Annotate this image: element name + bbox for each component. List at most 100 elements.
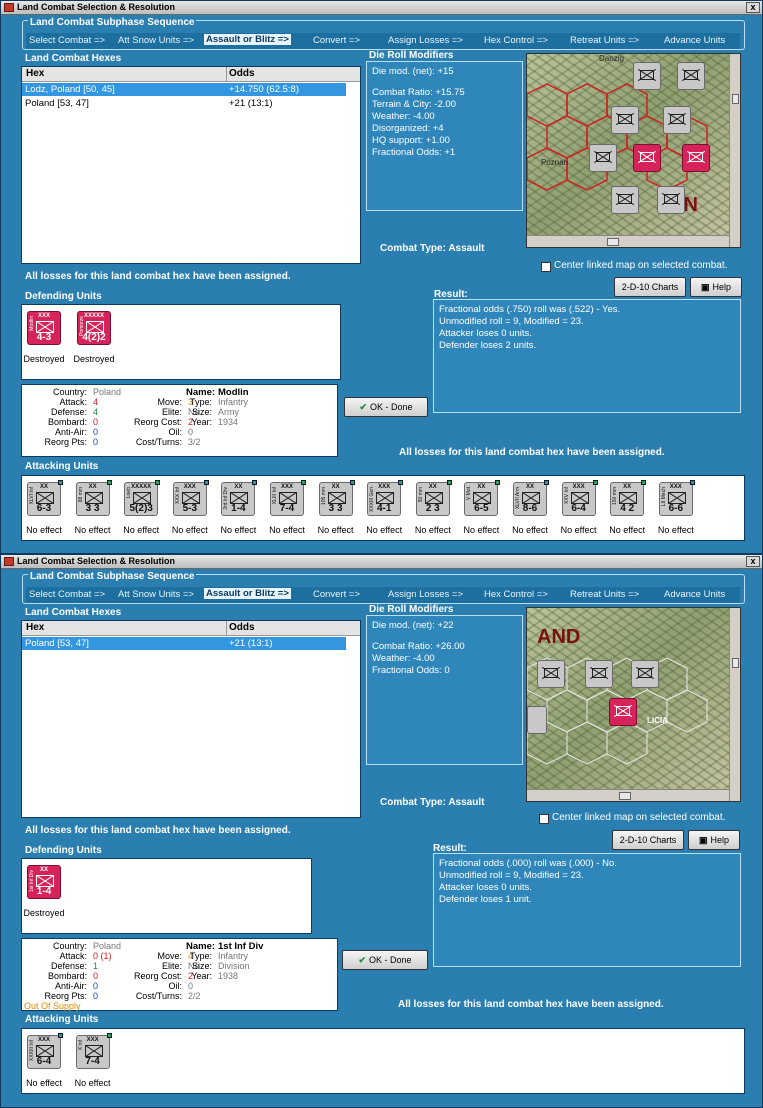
seq-select-combat[interactable]: Select Combat => xyxy=(29,589,105,600)
defender-counter[interactable]: XXXXX Pomorze 4(2)2 xyxy=(77,311,111,345)
combat-explosion-icon[interactable] xyxy=(633,144,661,172)
attacker-counter[interactable]: XX 105 mm 3 3 xyxy=(318,480,355,516)
ok-done-button[interactable]: ✔ OK - Done xyxy=(342,950,428,970)
help-button[interactable]: ▣ Help xyxy=(688,830,740,850)
defender-counter[interactable]: XX 1st Inf Div 1-4 xyxy=(27,865,61,899)
col-odds[interactable]: Odds xyxy=(229,622,255,633)
seq-select-combat[interactable]: Select Combat => xyxy=(29,35,105,46)
hex-row[interactable]: Poland [53, 47] +21 (13:1) xyxy=(22,97,346,110)
seq-assign-losses[interactable]: Assign Losses => xyxy=(388,589,463,600)
unit-side-label: Loeb xyxy=(126,487,133,499)
defender-counter[interactable]: XXX Modlin 4-3 xyxy=(27,311,61,345)
col-hex[interactable]: Hex xyxy=(26,622,44,633)
seq-advance-units[interactable]: Advance Units xyxy=(664,589,725,600)
map-unit-counter[interactable] xyxy=(657,186,685,214)
center-map-checkbox[interactable] xyxy=(539,814,549,824)
info-value: 3/2 xyxy=(188,437,201,447)
seq-att-snow-units[interactable]: Att Snow Units => xyxy=(118,35,194,46)
map-unit-counter[interactable] xyxy=(589,144,617,172)
attacker-counter[interactable]: XX 150 mm 4 2 xyxy=(610,480,647,516)
seq-retreat-units[interactable]: Retreat Units => xyxy=(570,35,639,46)
map-unit-counter[interactable] xyxy=(631,660,659,688)
center-map-label: Center linked map on selected combat. xyxy=(554,260,728,271)
info-value: 1 xyxy=(93,961,99,971)
help-button[interactable]: ▣ Help xyxy=(690,277,742,297)
info-value: 0 xyxy=(93,437,99,447)
info-label: Reorg Pts: xyxy=(44,991,87,1001)
charts-button[interactable]: 2-D-10 Charts xyxy=(612,830,684,850)
hex-row[interactable]: Poland [53, 47] +21 (13:1) xyxy=(22,637,346,650)
attacker-counter[interactable]: XX XLVII Arm 8-6 xyxy=(513,480,549,516)
map-scrollbar-vertical[interactable] xyxy=(729,54,740,247)
combat-explosion-icon[interactable] xyxy=(609,698,637,726)
center-map-checkbox[interactable] xyxy=(541,262,551,272)
seq-retreat-units[interactable]: Retreat Units => xyxy=(570,589,639,600)
map-unit-counter[interactable] xyxy=(663,106,691,134)
unit-side-label: XXV Inf xyxy=(563,487,570,504)
seq-assign-losses[interactable]: Assign Losses => xyxy=(388,35,463,46)
linked-map[interactable]: AND LICIA xyxy=(526,607,741,802)
attacker-counter[interactable]: XXX XXXIII Inf 6-4 xyxy=(27,1033,63,1069)
info-label: Move: xyxy=(157,397,182,407)
close-icon[interactable]: x xyxy=(746,2,760,13)
defending-units-box: XX 1st Inf Div 1-4 Destroyed xyxy=(21,858,312,934)
result-line: Defender loses 2 units. xyxy=(439,340,537,351)
seq-assault-or-blitz[interactable]: Assault or Blitz => xyxy=(204,34,291,45)
map-unit-counter[interactable] xyxy=(585,660,613,688)
info-label: Defense: xyxy=(50,961,87,971)
attacker-counter[interactable]: XX 88 mm 3 3 xyxy=(75,480,112,516)
info-value: 1938 xyxy=(218,971,239,981)
unit-strength: 7-4 xyxy=(279,503,295,514)
seq-convert[interactable]: Convert => xyxy=(313,589,360,600)
attacker-counter[interactable]: XX XLVI Inf 6-3 xyxy=(27,480,63,516)
seq-hex-control[interactable]: Hex Control => xyxy=(484,35,548,46)
seq-advance-units[interactable]: Advance Units xyxy=(664,35,725,46)
attacker-counter[interactable]: XXX XXX Inf 5-3 xyxy=(172,480,209,516)
attacker-counter[interactable]: XXX XLIII Inf 7-4 xyxy=(270,480,306,516)
charts-button-label: 2-D-10 Charts xyxy=(619,835,677,845)
seq-convert[interactable]: Convert => xyxy=(313,35,360,46)
attacker-counter[interactable]: XXX XXV Inf 6-4 xyxy=(561,480,598,516)
attacker-counter[interactable]: XX V Mot 6-5 xyxy=(464,480,501,516)
map-scrollbar-horizontal[interactable] xyxy=(527,235,740,247)
map-unit-counter[interactable] xyxy=(682,144,710,172)
combat-hex-list[interactable]: Hex Odds Lodz, Poland [50, 45] +14.750 (… xyxy=(21,66,361,264)
info-value: Poland xyxy=(93,387,122,397)
attacker-counter[interactable]: XXX LII Mech 6-6 xyxy=(658,480,695,516)
title-bar[interactable]: Land Combat Selection & Resolution x xyxy=(1,555,762,569)
attacker-counter[interactable]: XXX XXXIII Gen 4-1 xyxy=(367,480,404,516)
die-roll-title: Die Roll Modifiers xyxy=(369,50,454,61)
col-odds[interactable]: Odds xyxy=(229,68,255,79)
supply-status: Out Of Supply xyxy=(24,1001,81,1011)
info-value: Infantry xyxy=(218,397,249,407)
combat-hex-list[interactable]: Hex Odds Poland [53, 47] +21 (13:1) xyxy=(21,620,361,818)
map-unit-counter[interactable] xyxy=(537,660,565,688)
map-unit-counter[interactable] xyxy=(677,62,705,90)
hex-row[interactable]: Lodz, Poland [50, 45] +14.750 (62.5:8) xyxy=(22,83,346,96)
attacking-units-box: XX XLVI Inf 6-3 No effect XX 88 mm 3 3 No effec… xyxy=(21,475,745,541)
attacker-counter[interactable]: XX 50 mm 2 3 xyxy=(415,480,452,516)
info-label: Country: xyxy=(52,941,87,951)
result-line: Fractional odds (.750) roll was (.522) -… xyxy=(439,304,621,315)
ok-done-button[interactable]: ✔ OK - Done xyxy=(344,397,428,417)
info-value: 0 xyxy=(93,991,99,1001)
map-unit-counter[interactable] xyxy=(611,186,639,214)
map-unit-counter[interactable] xyxy=(527,706,547,734)
title-bar[interactable]: Land Combat Selection & Resolution x xyxy=(1,1,762,15)
map-unit-counter[interactable] xyxy=(611,106,639,134)
seq-hex-control[interactable]: Hex Control => xyxy=(484,589,548,600)
die-line: Die mod. (net): +15 xyxy=(372,66,454,77)
seq-att-snow-units[interactable]: Att Snow Units => xyxy=(118,589,194,600)
attacker-counter[interactable]: XX 3rd Inf Div 1-4 xyxy=(221,480,258,516)
attacker-counter[interactable]: XXXXX Loeb 5(2)3 xyxy=(124,480,161,516)
map-unit-counter[interactable] xyxy=(633,62,661,90)
attacker-counter[interactable]: XXX X Inf 7-4 xyxy=(75,1033,112,1069)
map-scrollbar-horizontal[interactable] xyxy=(527,789,740,801)
linked-map[interactable]: Danzig Poznan AN xyxy=(526,53,741,248)
map-scrollbar-vertical[interactable] xyxy=(729,608,740,801)
seq-assault-or-blitz[interactable]: Assault or Blitz => xyxy=(204,588,291,599)
col-hex[interactable]: Hex xyxy=(26,68,44,79)
charts-button[interactable]: 2-D-10 Charts xyxy=(614,277,686,297)
close-icon[interactable]: x xyxy=(746,556,760,567)
info-label: Elite: xyxy=(161,961,182,971)
